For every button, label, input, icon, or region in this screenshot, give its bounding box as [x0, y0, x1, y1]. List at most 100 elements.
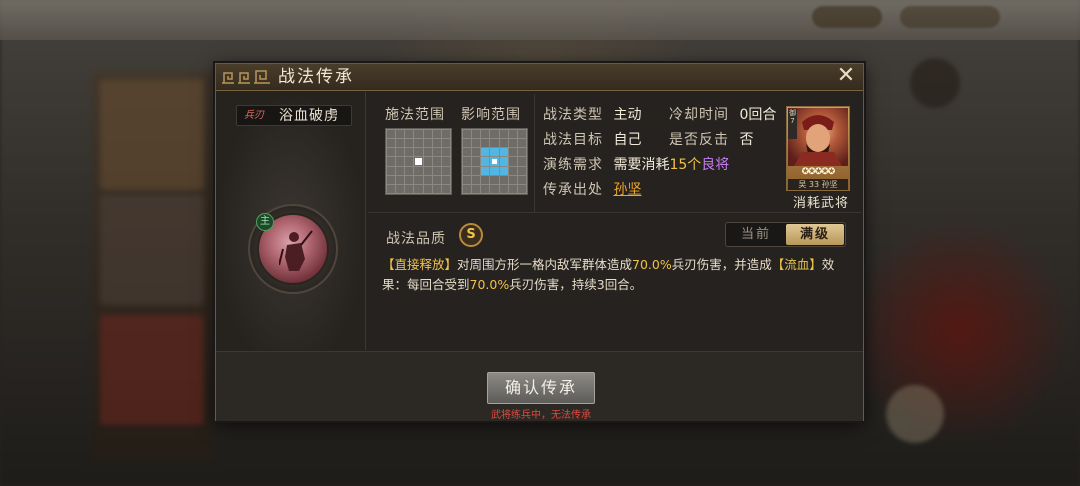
skill-name: 浴血破虏: [279, 108, 339, 124]
tab-current-level[interactable]: 当前: [727, 224, 785, 245]
info-row-type: 战法类型 主动: [543, 106, 641, 124]
type-label: 战法类型: [543, 107, 603, 123]
range-grid-cell: [490, 184, 499, 193]
range-grid-cell: [499, 184, 508, 193]
range-grid-cell: [405, 139, 414, 148]
range-grid-cell: [490, 130, 499, 139]
range-grid-cell: [405, 184, 414, 193]
range-grid-cell: [396, 157, 405, 166]
range-grid-cell: [432, 175, 441, 184]
range-grid-cell: [472, 184, 481, 193]
range-grid-cell: [396, 175, 405, 184]
info-row-target: 战法目标 自己: [543, 131, 641, 149]
cost-value: 33: [808, 180, 820, 189]
range-grid-cell: [423, 130, 432, 139]
training-item: 良将: [701, 157, 730, 173]
range-grid-cell: [387, 175, 396, 184]
status-bleed-tag[interactable]: 【流血】: [772, 257, 822, 272]
range-grid-cell: [481, 157, 490, 166]
type-value: 主动: [613, 107, 642, 123]
range-grid-cell: [490, 139, 499, 148]
dialog-footer: 确认传承 武将练兵中，无法传承: [216, 351, 863, 421]
range-grid-cell: [423, 184, 432, 193]
training-label: 演练需求: [543, 157, 603, 173]
range-grid-cell: [423, 157, 432, 166]
cloud-ornament-icon: [222, 70, 270, 84]
range-grid-cell: [517, 184, 526, 193]
confirm-inherit-button[interactable]: 确认传承: [487, 372, 595, 404]
close-icon[interactable]: ✕: [835, 65, 857, 88]
source-general-link[interactable]: 孙坚: [613, 182, 641, 198]
warning-text: 武将练兵中，无法传承: [491, 410, 591, 421]
info-row-source: 传承出处 孙坚: [543, 181, 641, 199]
general-face-icon: [794, 115, 842, 166]
target-value: 自己: [613, 132, 642, 148]
range-grid-cell: [432, 139, 441, 148]
range-grid-cell: [472, 130, 481, 139]
level-toggle: 当前 满级: [725, 222, 846, 247]
range-grid-cell: [414, 130, 423, 139]
range-grid-cell: [463, 175, 472, 184]
range-grid-cell: [517, 175, 526, 184]
skill-name-tag: 兵刃 浴血破虏: [236, 105, 352, 126]
range-grid-cell: [441, 184, 450, 193]
cast-range-grid: [385, 128, 452, 195]
range-grid-cell: [517, 166, 526, 175]
range-grid-cell: [508, 157, 517, 166]
description-text: 兵刃伤害，并造成: [671, 257, 772, 272]
skill-inherit-dialog: 战法传承 ✕ 兵刃 浴血破虏 主 施法范围 影响范围 战法类型 主动 冷却时间 …: [215, 63, 864, 421]
range-grid-cell: [463, 157, 472, 166]
range-grid-cell: [472, 175, 481, 184]
description-text: 对周围方形一格内敌军群体造成: [457, 257, 633, 272]
cast-type-tag: 【直接释放】: [382, 257, 458, 272]
general-portrait: [788, 108, 848, 166]
range-grid-cell: [499, 130, 508, 139]
training-count: 15个: [669, 157, 702, 173]
range-grid-cell: [414, 166, 423, 175]
range-grid-cell: [432, 130, 441, 139]
range-grid-cell: [472, 139, 481, 148]
troop-type-tag: 御7: [788, 109, 797, 139]
range-grid-cell: [405, 157, 414, 166]
tab-max-level[interactable]: 满级: [786, 224, 844, 245]
range-grid-cell: [499, 175, 508, 184]
consumed-general-card[interactable]: 御7 ✪✪✪✪✪ 吴 33 孙坚: [786, 106, 850, 191]
training-prefix: 需要消耗: [613, 157, 670, 173]
range-grid-cell: [441, 148, 450, 157]
range-grid-cell: [481, 166, 490, 175]
source-label: 传承出处: [543, 182, 603, 198]
damage-rate: 70.0%: [632, 257, 672, 272]
range-grid-cell: [414, 139, 423, 148]
range-grid-cell: [423, 148, 432, 157]
counter-value: 否: [739, 132, 754, 148]
range-grid-cell: [481, 184, 490, 193]
range-grid-cell: [432, 157, 441, 166]
range-grid-cell: [414, 157, 423, 166]
effect-range-label: 影响范围: [461, 107, 521, 123]
range-grid-cell: [441, 175, 450, 184]
range-grid-cell: [481, 130, 490, 139]
range-grid-cell: [441, 139, 450, 148]
range-grid-cell: [387, 139, 396, 148]
general-info-strip: 吴 33 孙坚: [788, 179, 848, 190]
consume-general-label: 消耗武将: [792, 196, 849, 211]
range-grid-cell: [441, 130, 450, 139]
divider: [368, 212, 861, 213]
warrior-figure-icon: [279, 230, 313, 271]
range-grid-cell: [463, 166, 472, 175]
cast-range-label: 施法范围: [385, 107, 445, 123]
range-grid-cell: [517, 139, 526, 148]
range-grid-cell: [387, 157, 396, 166]
range-grid-cell: [508, 148, 517, 157]
range-grid-cell: [396, 148, 405, 157]
counter-label: 是否反击: [669, 132, 729, 148]
cooldown-label: 冷却时间: [669, 107, 729, 123]
faction-label: 吴: [798, 180, 807, 189]
main-skill-badge: 主: [256, 213, 274, 231]
range-grid-cell: [405, 175, 414, 184]
range-grid-cell: [508, 130, 517, 139]
range-grid-cell: [499, 166, 508, 175]
info-row-training: 演练需求 需要消耗15个良将: [543, 156, 729, 174]
range-grid-cell: [517, 148, 526, 157]
range-grid-cell: [387, 148, 396, 157]
